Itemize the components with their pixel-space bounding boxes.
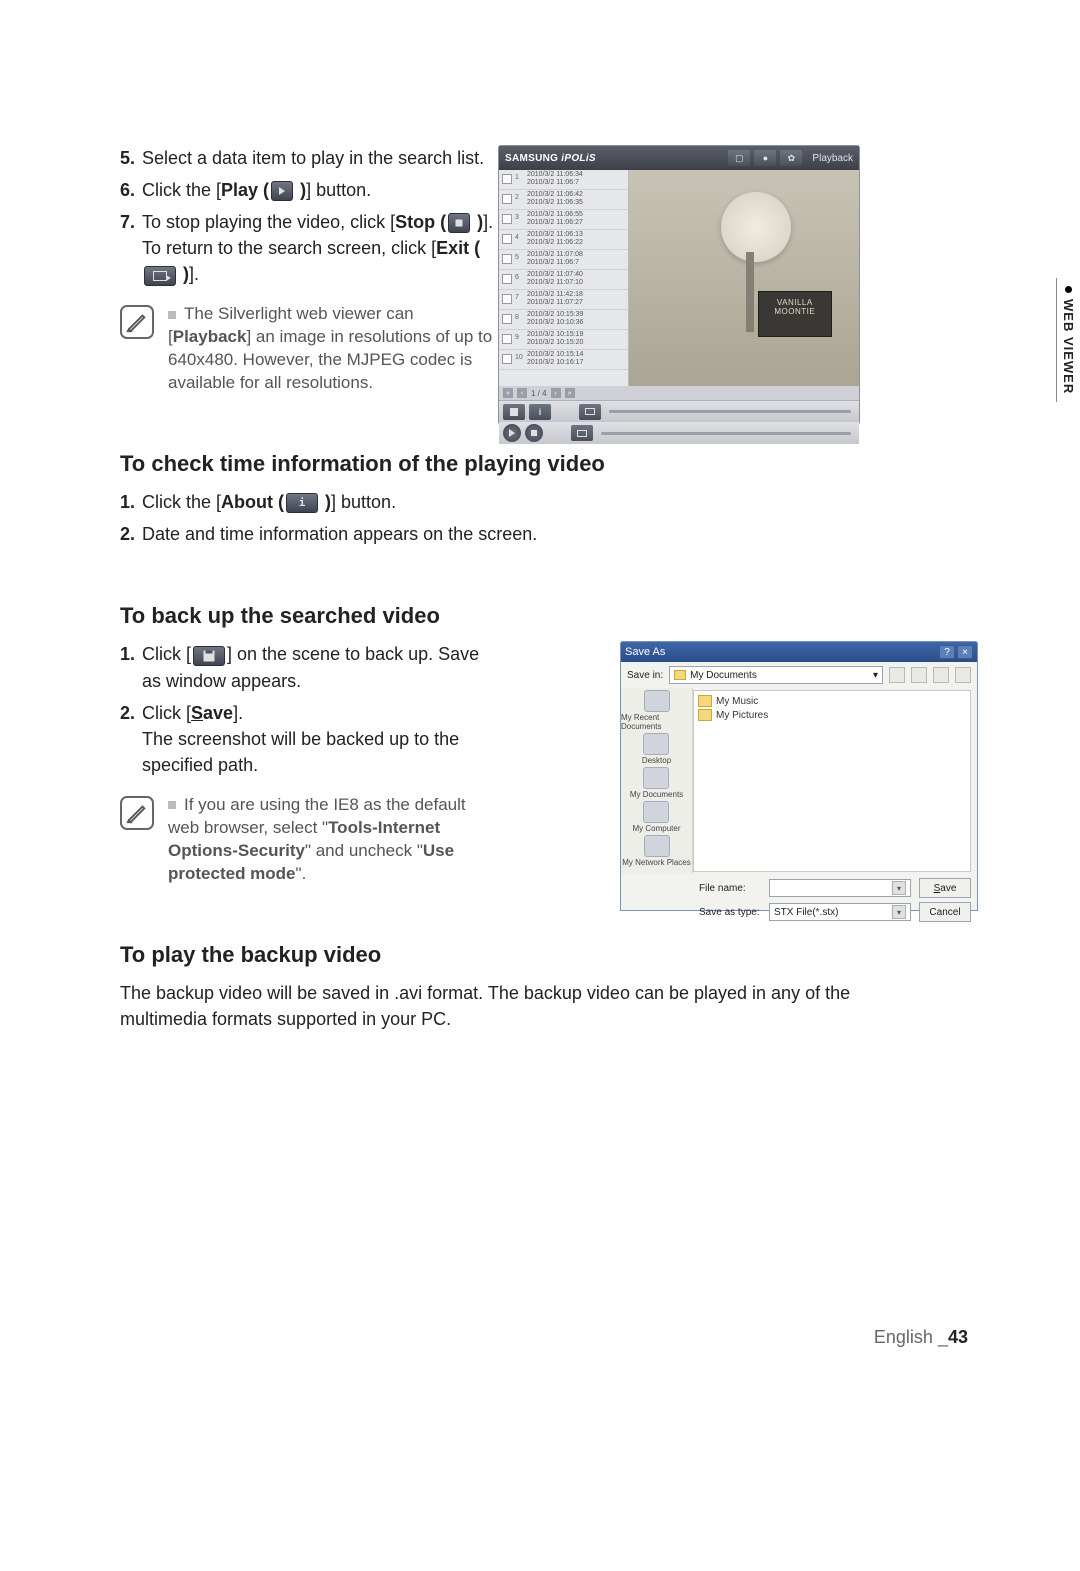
places-item[interactable]: Desktop [642, 733, 671, 765]
places-bar[interactable]: My Recent DocumentsDesktopMy DocumentsMy… [621, 688, 693, 874]
save-button[interactable]: Save [919, 878, 971, 898]
places-item[interactable]: My Computer [632, 801, 680, 833]
list-item[interactable]: 102010/3/2 10:15:142010/3/2 10:16:17 [499, 350, 628, 370]
dialog-title: Save As [625, 646, 665, 658]
filetype-label: Save as type: [699, 907, 761, 918]
stop-icon [448, 213, 470, 233]
step-item: 2.Date and time information appears on t… [120, 521, 860, 547]
screenshot-ipolis: SAMSUNG iPOLiS ▢ ● ✿ Playback 12010/3/2 … [498, 145, 860, 425]
list-item[interactable]: 92010/3/2 10:15:192010/3/2 10:15:20 [499, 330, 628, 350]
places-item[interactable]: My Network Places [622, 835, 690, 867]
record-icon[interactable]: ● [754, 150, 776, 166]
step-item: 2.Click [Save].The screenshot will be ba… [120, 700, 500, 778]
filetype-field[interactable]: STX File(*.stx)▾ [769, 903, 911, 921]
monitor-icon[interactable]: ▢ [728, 150, 750, 166]
last-page-icon[interactable]: » [565, 388, 575, 398]
list-item[interactable]: 12010/3/2 11:06:342010/3/2 11:06:7 [499, 170, 628, 190]
step-item: 1.Click the [About (i )] button. [120, 489, 860, 515]
page-footer: English _43 [874, 1327, 968, 1348]
list-item[interactable]: 52010/3/2 11:07:082010/3/2 11:06:7 [499, 250, 628, 270]
prev-page-icon[interactable]: ‹ [517, 388, 527, 398]
info-icon[interactable]: i [529, 404, 551, 420]
steps-list-a: 5.Select a data item to play in the sear… [120, 145, 500, 287]
screenshot-save-as: Save As ? × Save in: My Documents ▾ [620, 641, 978, 911]
next-page-icon[interactable]: › [551, 388, 561, 398]
list-item[interactable]: 72010/3/2 11:42:182010/3/2 11:07:27 [499, 290, 628, 310]
step-item: 7.To stop playing the video, click [Stop… [120, 209, 500, 287]
note-a: The Silverlight web viewer can [Playback… [168, 303, 500, 395]
exit-icon[interactable] [571, 425, 593, 441]
exit-icon [144, 266, 176, 286]
folder-item[interactable]: My Pictures [698, 709, 966, 721]
page-indicator: 1 / 4 [531, 389, 547, 398]
close-icon[interactable]: × [957, 645, 973, 659]
body-text: The backup video will be saved in .avi f… [120, 980, 860, 1032]
playback-label: Playback [812, 153, 853, 164]
folder-item[interactable]: My Music [698, 695, 966, 707]
note-icon [120, 305, 154, 339]
disk-icon[interactable] [503, 404, 525, 420]
list-item[interactable]: 42010/3/2 11:06:132010/3/2 11:06:22 [499, 230, 628, 250]
play-icon [271, 181, 293, 201]
section-play-backup: To play the backup video [120, 942, 970, 968]
up-icon[interactable] [911, 667, 927, 683]
places-item[interactable]: My Documents [630, 767, 683, 799]
help-icon[interactable]: ? [939, 645, 955, 659]
note-c: If you are using the IE8 as the default … [168, 794, 500, 886]
disk-icon [193, 646, 225, 666]
steps-list-c: 1.Click [] on the scene to back up. Save… [120, 641, 500, 777]
play-icon[interactable] [503, 424, 521, 442]
gear-icon[interactable]: ✿ [780, 150, 802, 166]
step-item: 5.Select a data item to play in the sear… [120, 145, 500, 171]
stop-icon[interactable] [525, 424, 543, 442]
first-page-icon[interactable]: « [503, 388, 513, 398]
side-tab-text: WEB VIEWER [1061, 299, 1076, 394]
places-item[interactable]: My Recent Documents [621, 690, 692, 731]
search-list[interactable]: 12010/3/2 11:06:342010/3/2 11:06:722010/… [499, 170, 629, 386]
info-icon: i [286, 493, 318, 513]
section-check-time: To check time information of the playing… [120, 451, 970, 477]
views-icon[interactable] [955, 667, 971, 683]
list-item[interactable]: 32010/3/2 11:06:552010/3/2 11:06:27 [499, 210, 628, 230]
exit-icon[interactable] [579, 404, 601, 420]
savein-combo[interactable]: My Documents ▾ [669, 666, 883, 684]
savein-label: Save in: [627, 670, 663, 681]
filename-field[interactable]: ▾ [769, 879, 911, 897]
filename-label: File name: [699, 883, 761, 894]
side-tab: WEB VIEWER [1056, 278, 1080, 402]
list-item[interactable]: 82010/3/2 10:15:392010/3/2 10:10:36 [499, 310, 628, 330]
back-icon[interactable] [889, 667, 905, 683]
section-backup: To back up the searched video [120, 603, 970, 629]
step-item: 6.Click the [Play ( )] button. [120, 177, 500, 203]
list-item[interactable]: 62010/3/2 11:07:402010/3/2 11:07:10 [499, 270, 628, 290]
step-item: 1.Click [] on the scene to back up. Save… [120, 641, 500, 693]
video-pane: VANILLA MOONTIE [629, 170, 859, 386]
steps-list-b: 1.Click the [About (i )] button. 2.Date a… [120, 489, 860, 547]
file-list[interactable]: My Music My Pictures [693, 690, 971, 872]
list-item[interactable]: 22010/3/2 11:06:422010/3/2 11:06:35 [499, 190, 628, 210]
note-icon [120, 796, 154, 830]
newfolder-icon[interactable] [933, 667, 949, 683]
cancel-button[interactable]: Cancel [919, 902, 971, 922]
